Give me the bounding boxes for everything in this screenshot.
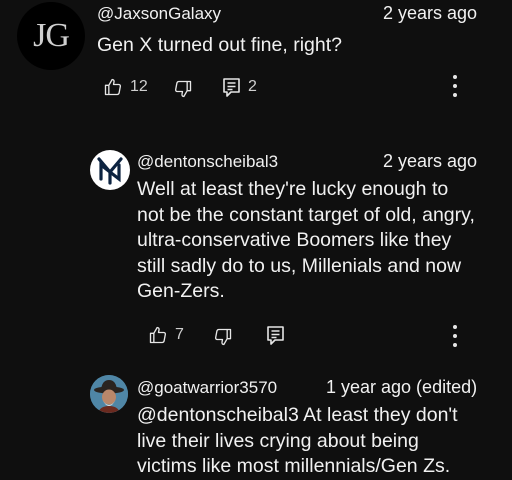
more-vert-icon[interactable] bbox=[452, 325, 458, 347]
reply-count: 2 bbox=[248, 78, 257, 95]
reply-icon bbox=[267, 326, 284, 345]
like-button[interactable] bbox=[148, 325, 168, 345]
comment-author[interactable]: @dentonscheibal3 bbox=[137, 152, 278, 172]
comment-line: still sadly do to us, Millenials and now bbox=[137, 254, 462, 277]
comment-text: Gen X turned out fine, right? bbox=[97, 34, 342, 56]
reply-button[interactable] bbox=[266, 325, 285, 346]
comment-line: not be the constant target of old, angry… bbox=[137, 203, 475, 226]
comment-line: Well at least they're lucky enough to bbox=[137, 178, 449, 200]
comment-line: victims like most millennials/Gen Zs. bbox=[137, 455, 451, 477]
reply-button[interactable] bbox=[222, 77, 241, 98]
cowboy-avatar-icon bbox=[90, 375, 128, 413]
comment-author[interactable]: @goatwarrior3570 bbox=[137, 378, 277, 398]
comment-line: @dentonscheibal3 At least they don't bbox=[137, 404, 458, 426]
like-count: 7 bbox=[175, 326, 184, 343]
avatar[interactable] bbox=[90, 375, 128, 413]
comment-line: live their lives crying about being bbox=[137, 429, 419, 452]
comment-text: @dentonscheibal3 At least they don't liv… bbox=[137, 403, 458, 480]
thumbs-up-icon bbox=[104, 78, 122, 96]
comment-timestamp: 2 years ago bbox=[383, 151, 478, 171]
reply-icon bbox=[223, 78, 240, 97]
thumbs-down-icon bbox=[214, 328, 232, 346]
thumbs-down-icon bbox=[174, 80, 192, 98]
yankees-logo-icon bbox=[97, 157, 123, 185]
thumbs-up-icon bbox=[149, 326, 167, 344]
dislike-button[interactable] bbox=[173, 79, 193, 99]
like-button[interactable] bbox=[103, 77, 123, 97]
comment-line: ultra-conservative Boomers like they bbox=[137, 229, 452, 251]
avatar-initials: JG bbox=[33, 17, 70, 54]
comment-line: Gen-Zers. bbox=[137, 280, 225, 302]
more-vert-icon[interactable] bbox=[452, 75, 458, 97]
dislike-button[interactable] bbox=[213, 327, 233, 347]
avatar[interactable] bbox=[90, 150, 130, 190]
avatar[interactable]: JG bbox=[17, 2, 85, 70]
comment-text: Well at least they're lucky enough to no… bbox=[137, 177, 475, 305]
comment-author[interactable]: @JaxsonGalaxy bbox=[97, 4, 221, 24]
like-count: 12 bbox=[130, 78, 148, 95]
comment-timestamp: 2 years ago bbox=[383, 3, 478, 23]
comment-timestamp: 1 year ago (edited) bbox=[326, 377, 478, 397]
